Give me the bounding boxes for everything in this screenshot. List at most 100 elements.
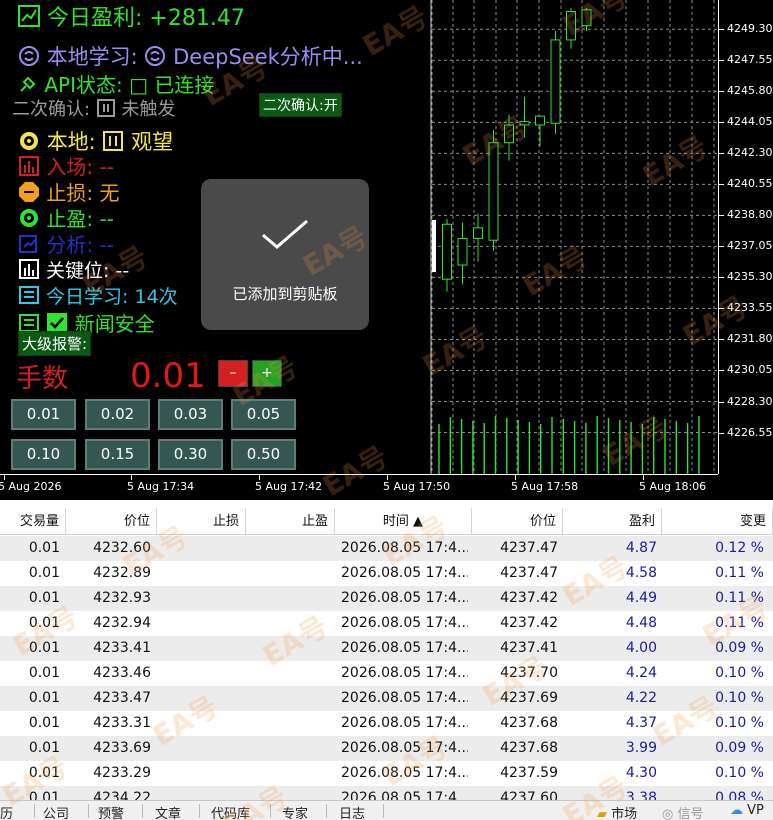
table-cell: 4237.68 xyxy=(500,715,558,731)
brain-icon-2 xyxy=(144,45,166,72)
table-cell: 0.09 % xyxy=(715,640,764,656)
tab-experts[interactable]: 专家 xyxy=(282,803,308,820)
table-cell xyxy=(157,661,237,686)
table-cell: 4237.41 xyxy=(500,640,558,656)
terminal-window: 4249.30 4247.55 4245.80 4244.05 4242.30 4240.… xyxy=(0,0,773,820)
table-cell: 0.10 % xyxy=(715,665,764,681)
tab-journal[interactable]: 日志 xyxy=(339,803,365,820)
table-row[interactable]: 0.01 4232.89 2026.08.05 17:4... 4237.47 4.58… xyxy=(0,561,773,586)
candle-body xyxy=(550,39,561,124)
table-cell: 0.01 xyxy=(28,690,60,706)
lot-button-0.05[interactable]: 0.05 xyxy=(231,399,296,430)
table-cell xyxy=(246,761,326,786)
tab-signals[interactable]: ◎ 信号 xyxy=(662,803,704,820)
table-row[interactable]: 0.01 4232.60 2026.08.05 17:4... 4237.47 4.87… xyxy=(0,536,773,561)
checkmark-icon xyxy=(259,217,311,257)
tab-history[interactable]: 历 xyxy=(0,803,13,820)
table-cell xyxy=(246,561,326,586)
lot-button-0.15[interactable]: 0.15 xyxy=(85,439,150,470)
table-row[interactable]: 0.01 4233.69 2026.08.05 17:4... 4237.68 3.99… xyxy=(0,736,773,761)
tab-articles[interactable]: 文章 xyxy=(155,803,181,820)
tab-market[interactable]: ▰ 市场 xyxy=(597,803,637,820)
table-cell xyxy=(157,761,237,786)
table-cell: 0.11 % xyxy=(715,565,764,581)
time-label: 5 Aug 17:58 xyxy=(511,480,579,493)
candle xyxy=(535,115,545,147)
table-cell: 4232.93 xyxy=(93,590,151,606)
tab-alerts[interactable]: 预警 xyxy=(98,803,124,820)
lot-button-0.02[interactable]: 0.02 xyxy=(85,399,150,430)
table-cell xyxy=(246,736,326,761)
price-chart[interactable]: 4249.30 4247.55 4245.80 4244.05 4242.30 4240.… xyxy=(0,0,773,500)
tab-codebase[interactable]: 代码库 xyxy=(211,803,250,820)
table-row[interactable]: 0.01 4233.29 2026.08.05 17:4... 4237.59 4.30… xyxy=(0,761,773,786)
column-header[interactable]: 止盈 xyxy=(246,508,335,535)
table-cell xyxy=(157,786,237,800)
lot-button-0.01[interactable]: 0.01 xyxy=(11,399,76,430)
lot-button-0.03[interactable]: 0.03 xyxy=(158,399,223,430)
price-tick xyxy=(719,401,724,403)
table-cell: 4232.60 xyxy=(93,540,151,556)
table-row[interactable]: 0.01 4234.22 2026.08.05 17:4... 4237.60 3.38… xyxy=(0,786,773,800)
price-label: 4226.55 xyxy=(727,425,773,439)
tab-separator xyxy=(383,804,384,818)
price-label: 4235.30 xyxy=(727,270,773,284)
table-cell: 4.24 xyxy=(625,665,657,681)
table-cell: 0.10 % xyxy=(715,715,764,731)
price-tick xyxy=(719,29,724,31)
candle xyxy=(473,213,483,262)
column-header[interactable]: 盈利 xyxy=(563,508,662,535)
table-cell: 4.22 xyxy=(625,690,657,706)
table-cell: 4232.94 xyxy=(93,615,151,631)
table-row[interactable]: 0.01 4233.47 2026.08.05 17:4... 4237.69 4.22… xyxy=(0,686,773,711)
table-cell xyxy=(157,686,237,711)
candle xyxy=(550,31,561,134)
column-header[interactable]: 交易量 xyxy=(0,508,66,535)
table-cell xyxy=(157,736,237,761)
lot-button-0.30[interactable]: 0.30 xyxy=(158,439,223,470)
table-row[interactable]: 0.01 4233.46 2026.08.05 17:4... 4237.70 4.24… xyxy=(0,661,773,686)
table-cell xyxy=(246,661,326,686)
tab-vps[interactable]: ☁ VP xyxy=(730,803,764,818)
price-tick xyxy=(719,277,724,279)
table-row[interactable]: 0.01 4232.94 2026.08.05 17:4... 4237.42 4.48… xyxy=(0,611,773,636)
signal-icon: ◎ xyxy=(662,807,674,820)
price-tick xyxy=(719,246,724,248)
column-header[interactable]: 价位 xyxy=(66,508,157,535)
table-row[interactable]: 0.01 4232.93 2026.08.05 17:4... 4237.42 4.49… xyxy=(0,586,773,611)
table-cell: 4.00 xyxy=(625,640,657,656)
decrease-lots-button[interactable]: – xyxy=(218,360,248,387)
alert-button[interactable]: 大级报警: xyxy=(18,331,92,356)
table-cell: 4237.70 xyxy=(500,665,558,681)
table-cell: 3.99 xyxy=(625,740,657,756)
column-header[interactable]: 价位 xyxy=(472,508,563,535)
table-cell: 4.30 xyxy=(625,765,657,781)
increase-lots-button[interactable]: + xyxy=(252,360,282,387)
confirm-toggle-button[interactable]: 二次确认:开 xyxy=(259,93,342,117)
table-cell: 4232.89 xyxy=(93,565,151,581)
column-header[interactable]: 时间 ▲ xyxy=(335,508,472,535)
lot-button-0.10[interactable]: 0.10 xyxy=(11,439,76,470)
candle-body xyxy=(504,124,514,144)
analysis-label: 分析: -- xyxy=(46,233,114,257)
table-cell: 4237.47 xyxy=(500,540,558,556)
ai-label-prefix: 本地学习: xyxy=(46,45,138,69)
table-cell: 2026.08.05 17:4... xyxy=(341,640,468,656)
table-row[interactable]: 0.01 4233.41 2026.08.05 17:4... 4237.41 4.00… xyxy=(0,636,773,661)
table-cell: 2026.08.05 17:4... xyxy=(341,590,468,606)
column-header[interactable]: 变更 xyxy=(662,508,773,535)
table-cell: 4234.22 xyxy=(93,790,151,800)
table-cell: 0.01 xyxy=(28,765,60,781)
table-cell: 4237.42 xyxy=(500,615,558,631)
chart-up-icon xyxy=(18,5,40,33)
tab-company[interactable]: 公司 xyxy=(43,803,69,820)
ai-row: 本地学习: DeepSeek分析中... xyxy=(18,41,363,72)
candle-body xyxy=(519,120,530,126)
table-cell xyxy=(246,536,326,561)
column-header[interactable]: 止损 xyxy=(157,508,246,535)
price-label: 4237.05 xyxy=(727,239,773,253)
lot-button-0.50[interactable]: 0.50 xyxy=(231,439,296,470)
table-row[interactable]: 0.01 4233.31 2026.08.05 17:4... 4237.68 4.37… xyxy=(0,711,773,736)
time-label: 5 Aug 18:06 xyxy=(639,480,707,493)
keylevel-label: 关键位: -- xyxy=(46,260,130,282)
